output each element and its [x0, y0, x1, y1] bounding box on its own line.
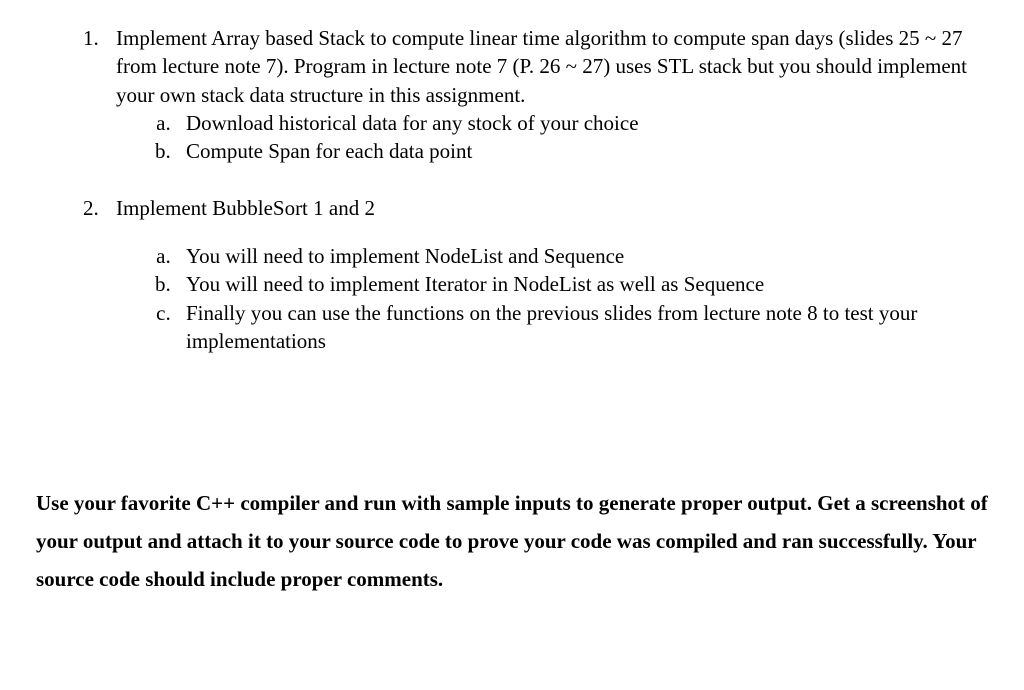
sub-item-1a: Download historical data for any stock o…	[176, 109, 988, 137]
page-content: Implement Array based Stack to compute l…	[0, 0, 1024, 619]
sub-item-1b: Compute Span for each data point	[176, 137, 988, 165]
main-ordered-list: Implement Array based Stack to compute l…	[36, 24, 988, 355]
main-item-1-text: Implement Array based Stack to compute l…	[116, 24, 988, 109]
main-item-2: Implement BubbleSort 1 and 2 You will ne…	[104, 194, 988, 356]
main-item-2-text: Implement BubbleSort 1 and 2	[116, 194, 988, 222]
sub-item-1a-text: Download historical data for any stock o…	[186, 111, 639, 135]
spacing	[116, 222, 988, 242]
sub-item-2c-text: Finally you can use the functions on the…	[186, 301, 917, 353]
sub-item-2b-text: You will need to implement Iterator in N…	[186, 272, 764, 296]
footer-instructions: Use your favorite C++ compiler and run w…	[36, 485, 988, 598]
sub-item-2a-text: You will need to implement NodeList and …	[186, 244, 624, 268]
sub-item-2c: Finally you can use the functions on the…	[176, 299, 988, 356]
sub-list-1: Download historical data for any stock o…	[116, 109, 988, 166]
sub-item-1b-text: Compute Span for each data point	[186, 139, 472, 163]
sub-item-2a: You will need to implement NodeList and …	[176, 242, 988, 270]
sub-item-2b: You will need to implement Iterator in N…	[176, 270, 988, 298]
sub-list-2: You will need to implement NodeList and …	[116, 242, 988, 355]
main-item-1: Implement Array based Stack to compute l…	[104, 24, 988, 166]
